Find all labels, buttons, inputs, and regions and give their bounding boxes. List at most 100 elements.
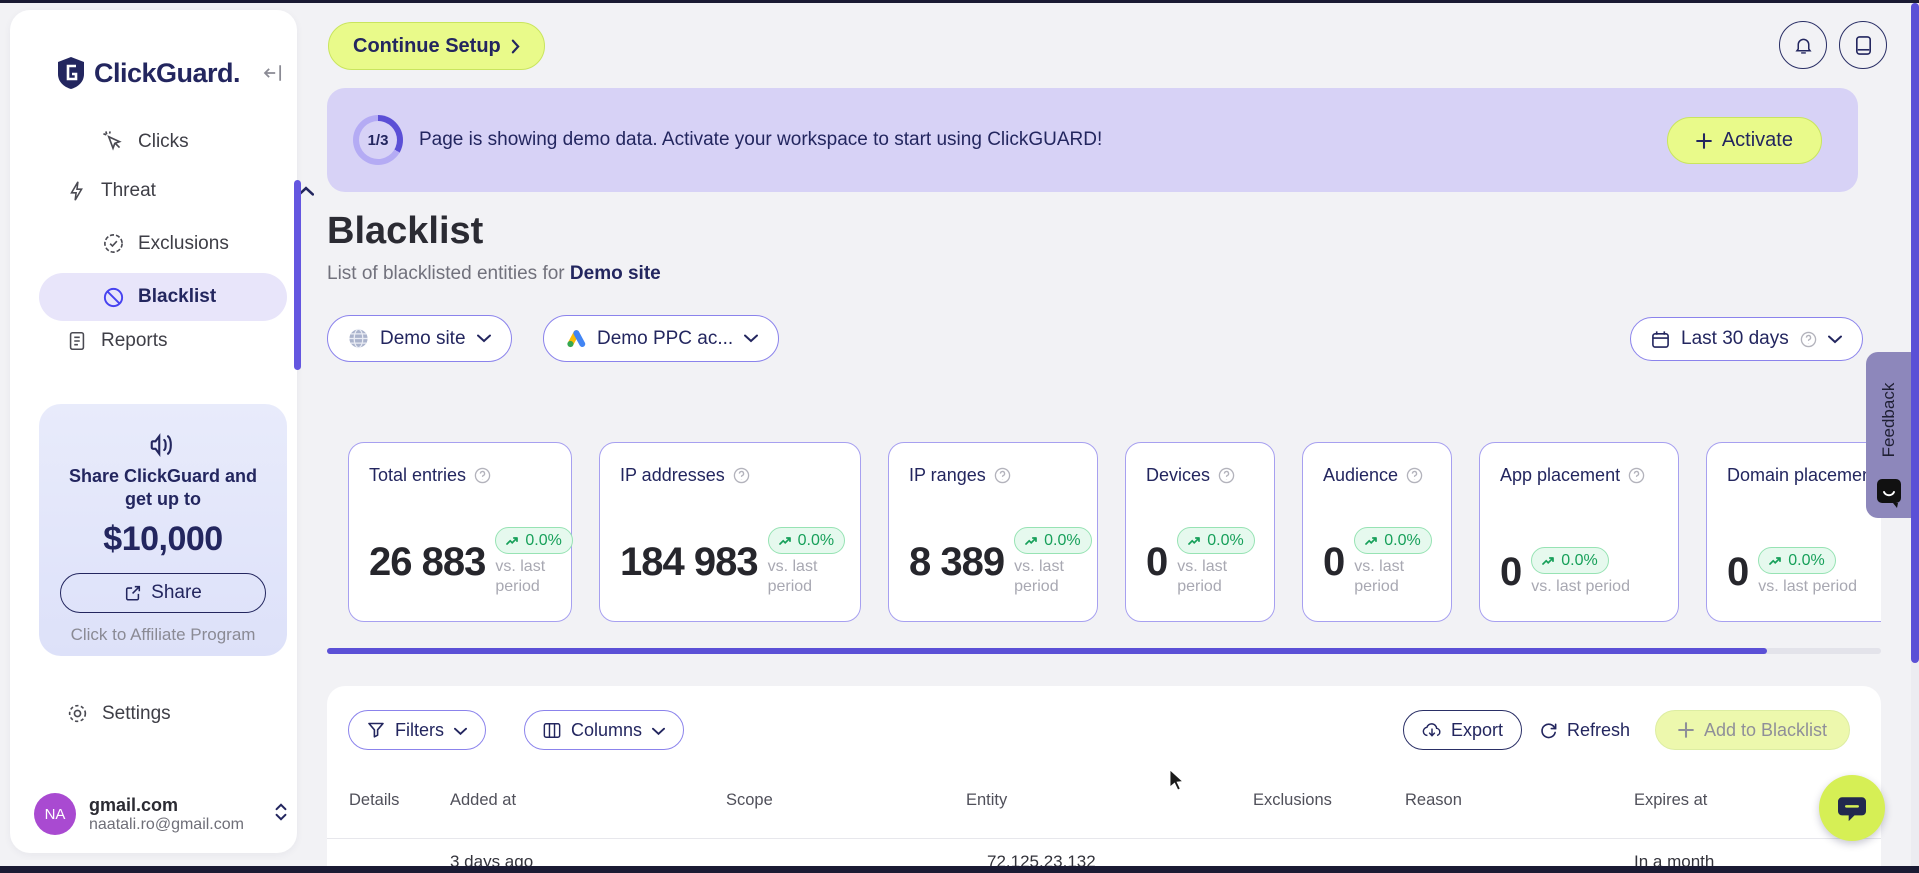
stat-label: Domain placement <box>1727 465 1878 485</box>
plus-icon <box>1695 132 1712 149</box>
sidebar-item-clicks[interactable]: Clicks <box>102 130 189 153</box>
site-selector[interactable]: Demo site <box>327 315 512 362</box>
activate-button[interactable]: Activate <box>1666 117 1822 164</box>
column-header-details[interactable]: Details <box>349 791 399 810</box>
check-badge-icon <box>102 232 125 255</box>
stat-value: 26 883 <box>369 539 486 584</box>
chevron-down-icon <box>652 720 666 741</box>
columns-label: Columns <box>571 719 643 740</box>
logo: ClickGuard. <box>56 56 241 90</box>
table-header-divider <box>327 838 1881 839</box>
promo-amount: $10,000 <box>103 519 223 558</box>
filters-dropdown[interactable]: Filters <box>348 710 486 750</box>
stat-vs-label: vs. last period <box>1177 558 1228 595</box>
cards-horizontal-scrollbar[interactable] <box>327 648 1881 654</box>
question-circle-icon[interactable] <box>733 467 750 484</box>
add-to-blacklist-button[interactable]: Add to Blacklist <box>1655 710 1851 750</box>
table-header-row: Details Added at Scope Entity Exclusions… <box>327 791 1881 815</box>
help-docs-button[interactable] <box>1839 21 1887 69</box>
trend-up-icon <box>1188 536 1201 545</box>
sidebar-item-settings[interactable]: Settings <box>66 702 171 725</box>
workspace-switcher[interactable]: NA gmail.com naatali.ro@gmail.com <box>34 793 288 835</box>
question-circle-icon[interactable] <box>1628 467 1645 484</box>
stat-change-badge: 0.0% <box>495 527 573 554</box>
stat-vs-label: vs. last period <box>1758 578 1857 595</box>
page-subtitle: List of blacklisted entities for Demo si… <box>327 263 661 285</box>
chevron-up-down-icon <box>274 802 288 827</box>
megaphone-icon <box>39 430 287 465</box>
stat-change-badge: 0.0% <box>1531 547 1609 574</box>
column-header-added-at[interactable]: Added at <box>450 791 516 810</box>
page-scrollbar-thumb[interactable] <box>1911 3 1919 663</box>
subtitle-prefix: List of blacklisted entities for <box>327 263 565 284</box>
columns-icon <box>543 722 561 739</box>
share-button[interactable]: Share <box>60 572 266 613</box>
logo-text: ClickGuard. <box>94 57 241 88</box>
sidebar-item-label: Blacklist <box>138 286 217 307</box>
column-header-entity[interactable]: Entity <box>966 791 1007 810</box>
setup-progress-ring: 1/3 <box>353 115 403 165</box>
google-ads-icon <box>564 329 586 349</box>
question-circle-icon[interactable] <box>1406 467 1423 484</box>
sidebar-item-exclusions[interactable]: Exclusions <box>102 232 229 255</box>
cards-scrollbar-thumb[interactable] <box>327 648 1767 654</box>
app-canvas: ClickGuard. Clicks Threat Exclusions Bla… <box>0 0 1919 873</box>
stat-label: Audience <box>1323 465 1399 485</box>
stat-card-audience: Audience 0 0.0% vs. last period <box>1302 442 1452 622</box>
chevron-down-icon <box>744 334 759 343</box>
banner-message: Page is showing demo data. Activate your… <box>419 129 1103 150</box>
columns-dropdown[interactable]: Columns <box>524 710 685 750</box>
bell-icon <box>1793 35 1814 56</box>
date-range-selector[interactable]: Last 30 days <box>1630 317 1863 361</box>
promo-text-line1: Share ClickGuard and <box>68 466 258 486</box>
sidebar-item-reports[interactable]: Reports <box>66 330 168 352</box>
page-title: Blacklist <box>327 210 484 252</box>
page-horizontal-scrollbar[interactable] <box>0 866 1919 873</box>
avatar: NA <box>34 793 76 835</box>
stat-vs-label: vs. last period <box>495 558 546 595</box>
sidebar-scrollbar[interactable] <box>294 180 301 370</box>
gear-icon <box>66 702 89 725</box>
trend-up-icon <box>1365 536 1378 545</box>
feedback-tab[interactable]: Feedback <box>1866 352 1912 518</box>
activate-label: Activate <box>1721 129 1793 151</box>
sidebar-item-label: Threat <box>101 180 156 201</box>
promo-footnote: Click to Affiliate Program <box>70 624 256 644</box>
column-header-exclusions[interactable]: Exclusions <box>1253 791 1332 810</box>
feedback-label: Feedback <box>1879 382 1898 458</box>
stat-value: 0 <box>1146 539 1168 584</box>
chat-launcher-button[interactable] <box>1819 775 1885 841</box>
question-circle-icon[interactable] <box>474 467 491 484</box>
globe-icon <box>348 328 369 349</box>
affiliate-promo-card[interactable]: Share ClickGuard and get up to $10,000 S… <box>39 404 287 656</box>
ppc-account-selector[interactable]: Demo PPC ac... <box>543 315 780 362</box>
column-header-expires-at[interactable]: Expires at <box>1634 791 1707 810</box>
funnel-icon <box>367 721 385 739</box>
column-header-reason[interactable]: Reason <box>1405 791 1462 810</box>
stat-change-badge: 0.0% <box>1354 527 1432 554</box>
stat-card-app-placement: App placement 0 0.0% vs. last period <box>1479 442 1679 622</box>
refresh-button[interactable]: Refresh <box>1539 710 1630 750</box>
question-circle-icon[interactable] <box>1218 467 1235 484</box>
export-button[interactable]: Export <box>1403 710 1523 750</box>
ban-icon <box>102 286 125 309</box>
question-circle-icon[interactable] <box>994 467 1011 484</box>
sidebar-item-threat[interactable]: Threat <box>66 180 315 202</box>
column-header-scope[interactable]: Scope <box>726 791 773 810</box>
sidebar: ClickGuard. Clicks Threat Exclusions Bla… <box>10 10 315 853</box>
export-label: Export <box>1451 719 1504 740</box>
share-button-label: Share <box>151 581 202 603</box>
stat-vs-label: vs. last period <box>1531 578 1630 595</box>
stat-change-badge: 0.0% <box>1014 527 1092 554</box>
external-link-icon <box>124 584 142 602</box>
trend-up-icon <box>778 536 791 545</box>
workspace-name: gmail.com <box>89 794 179 815</box>
demo-data-banner: 1/3 Page is showing demo data. Activate … <box>327 88 1858 192</box>
sidebar-item-blacklist[interactable]: Blacklist <box>39 273 287 321</box>
stat-change-badge: 0.0% <box>767 527 846 554</box>
chevron-down-icon <box>454 720 467 741</box>
notifications-button[interactable] <box>1779 21 1827 69</box>
continue-setup-button[interactable]: Continue Setup <box>328 22 545 70</box>
sidebar-collapse-button[interactable] <box>262 62 284 89</box>
chevron-right-icon <box>511 39 520 54</box>
